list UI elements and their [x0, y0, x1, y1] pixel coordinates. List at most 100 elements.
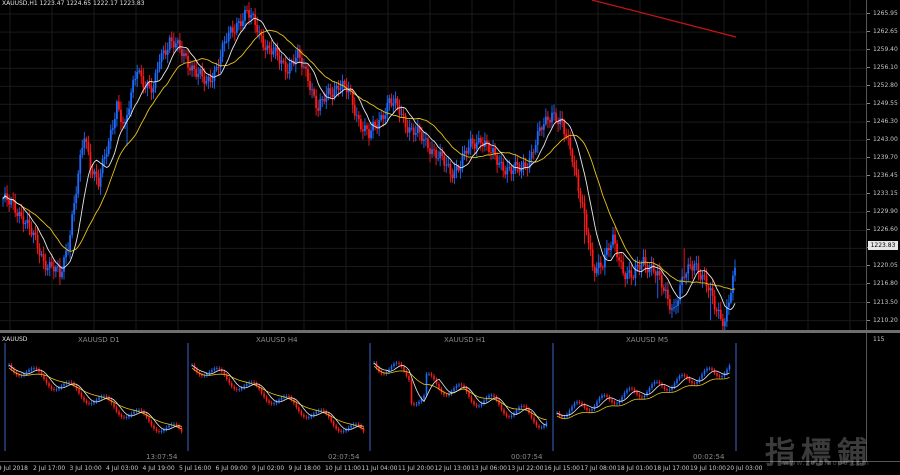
candle-body: [284, 61, 287, 72]
candle-body: [693, 263, 696, 271]
candle-body: [276, 47, 279, 57]
candle-body: [313, 89, 315, 96]
mini-candle-body: [148, 417, 150, 422]
candle-body: [195, 69, 198, 77]
candle-body: [99, 173, 102, 187]
mini-fast-ma: [556, 370, 730, 417]
mini-candle-body: [383, 373, 385, 375]
candle-body: [512, 170, 515, 174]
mini-candle-body: [80, 393, 83, 398]
candle-body: [502, 161, 505, 171]
time-tick: 10 Jul 11:00: [325, 465, 361, 472]
candle-body: [97, 177, 100, 187]
candle-body: [325, 93, 328, 102]
candle-body: [122, 121, 124, 124]
candle-body: [732, 275, 734, 293]
candle-body: [593, 266, 596, 274]
candle-body: [427, 138, 429, 149]
candle-body: [599, 262, 602, 267]
mini-candle-body: [460, 384, 463, 386]
mini-candle-body: [88, 402, 90, 404]
price-tick: 1243.00: [867, 136, 898, 144]
mini-candle-body: [68, 382, 70, 383]
candle-body: [707, 286, 710, 291]
candle-body: [368, 129, 370, 139]
candle-body: [10, 199, 13, 205]
candle-body: [624, 273, 627, 280]
mini-candle-body: [340, 430, 342, 432]
candle-body: [382, 114, 385, 119]
candle-body: [504, 170, 507, 175]
mini-candle-body: [30, 368, 33, 370]
mini-candle-body: [626, 389, 628, 393]
candle-body: [201, 69, 204, 77]
candle-body: [630, 270, 633, 278]
watermark-url: www.zhibiaopu.com: [783, 459, 870, 467]
panel-timer-h4: 02:07:54: [328, 453, 360, 461]
mini-candle-body: [415, 403, 418, 405]
candle-body: [274, 47, 277, 51]
time-tick: 3 Jul 10:00: [69, 465, 102, 472]
candle-body: [77, 173, 80, 194]
mini-candle-body: [505, 413, 508, 417]
candle-body: [545, 116, 547, 125]
price-tick: 1236.45: [867, 172, 898, 180]
candle-body: [498, 162, 501, 165]
mini-candle-body: [216, 368, 218, 369]
mini-candle-body: [118, 411, 120, 415]
candle-body: [79, 154, 82, 174]
sub-window[interactable]: [0, 333, 866, 461]
candle-body: [54, 267, 57, 272]
mini-candle-body: [445, 394, 448, 396]
candle-body: [618, 257, 620, 261]
mini-candle-body: [138, 410, 140, 411]
candle-body: [664, 289, 667, 291]
main-chart-area[interactable]: [0, 0, 866, 330]
mini-candle-body: [676, 379, 678, 384]
candle-body: [506, 167, 509, 175]
mini-candle-body: [85, 400, 88, 403]
mini-candle-body: [473, 401, 475, 405]
candle-body: [475, 142, 478, 149]
candle-body: [709, 288, 712, 291]
candle-body: [191, 65, 193, 71]
candle-body: [351, 91, 354, 105]
candle-body: [250, 15, 252, 18]
candle-body: [185, 53, 187, 56]
candle-body: [465, 150, 468, 154]
mini-candle-body: [33, 368, 35, 369]
candle-body: [522, 162, 525, 169]
time-tick: 6 Jul 09:00: [215, 465, 248, 472]
mini-candle-body: [150, 421, 153, 426]
candle-body: [229, 27, 232, 33]
candle-body: [441, 151, 444, 157]
mini-candle-body: [681, 374, 683, 377]
candle-body: [695, 263, 698, 265]
mini-candle-body: [653, 382, 656, 385]
mini-candle-body: [113, 403, 115, 408]
candle-body: [571, 149, 574, 163]
time-tick: 4 Jul 19:00: [142, 465, 175, 472]
mini-candle-body: [240, 387, 243, 390]
mini-candle-body: [228, 379, 231, 384]
candle-body: [359, 119, 362, 130]
candle-body: [71, 214, 74, 236]
price-tick: 1213.50: [867, 298, 898, 306]
mini-candle-body: [165, 427, 168, 430]
mini-candle-body: [508, 416, 510, 418]
candle-body: [280, 60, 283, 64]
mini-candle-body: [571, 406, 573, 411]
mini-candle-body: [125, 417, 128, 419]
mini-candle-body: [540, 427, 543, 429]
candle-body: [429, 148, 431, 155]
mini-candle-body: [103, 396, 105, 397]
mini-candle-body: [668, 389, 671, 391]
candle-body: [205, 80, 208, 84]
candlestick-chart[interactable]: [0, 0, 866, 330]
price-axis[interactable]: 1265.95 1262.65 1259.40 1256.10 1252.80 1249.…: [866, 0, 900, 330]
candle-body: [288, 63, 291, 74]
candle-body: [65, 250, 67, 258]
candle-body: [583, 203, 586, 214]
candle-body: [660, 275, 663, 288]
mini-candle-body: [408, 375, 410, 381]
